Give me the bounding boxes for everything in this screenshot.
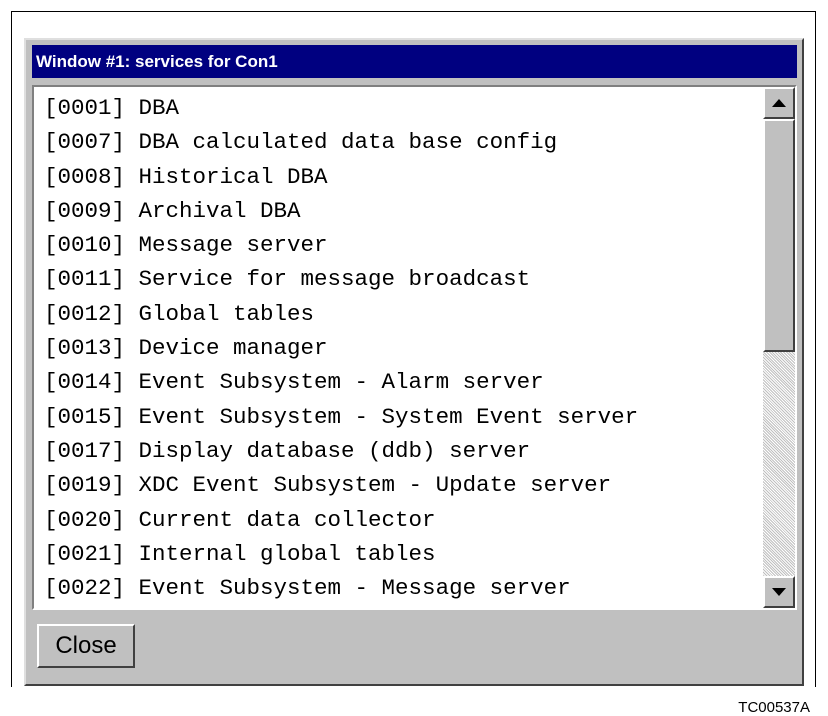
scroll-up-button[interactable] — [763, 87, 795, 119]
service-list-item[interactable]: [0015] Event Subsystem - System Event se… — [44, 400, 752, 434]
service-list-item[interactable]: [0009] Archival DBA — [44, 194, 752, 228]
service-list-item[interactable]: [0011] Service for message broadcast — [44, 262, 752, 296]
service-list-item[interactable]: [0022] Event Subsystem - Message server — [44, 571, 752, 605]
service-list-item[interactable]: [0020] Current data collector — [44, 503, 752, 537]
figure-code: TC00537A — [738, 699, 810, 716]
service-list-item[interactable]: [0014] Event Subsystem - Alarm server — [44, 365, 752, 399]
window-title: Window #1: services for Con1 — [36, 52, 278, 71]
service-list-item[interactable]: [0010] Message server — [44, 228, 752, 262]
service-list-item[interactable]: [0023] ... — [44, 605, 752, 608]
service-list-item[interactable]: [0012] Global tables — [44, 297, 752, 331]
service-list-item[interactable]: [0007] DBA calculated data base config — [44, 125, 752, 159]
service-list-item[interactable]: [0013] Device manager — [44, 331, 752, 365]
arrow-down-icon — [772, 588, 786, 596]
service-list-item[interactable]: [0021] Internal global tables — [44, 537, 752, 571]
services-listbox[interactable]: [0001] DBA [0007] DBA calculated data bas… — [32, 85, 797, 610]
scroll-down-button[interactable] — [763, 576, 795, 608]
service-list-item[interactable]: [0019] XDC Event Subsystem - Update serv… — [44, 468, 752, 502]
service-list-item[interactable]: [0001] DBA — [44, 91, 752, 125]
window-titlebar[interactable]: Window #1: services for Con1 — [32, 45, 797, 78]
services-window: Window #1: services for Con1 [0001] DBA[… — [24, 38, 804, 686]
scrollbar-thumb[interactable] — [763, 119, 795, 352]
service-list-item[interactable]: [0017] Display database (ddb) server — [44, 434, 752, 468]
services-list: [0001] DBA [0007] DBA calculated data bas… — [44, 91, 752, 608]
arrow-up-icon — [772, 99, 786, 107]
vertical-scrollbar[interactable] — [763, 87, 795, 608]
close-button[interactable]: Close — [37, 624, 135, 668]
service-list-item[interactable]: [0008] Historical DBA — [44, 160, 752, 194]
